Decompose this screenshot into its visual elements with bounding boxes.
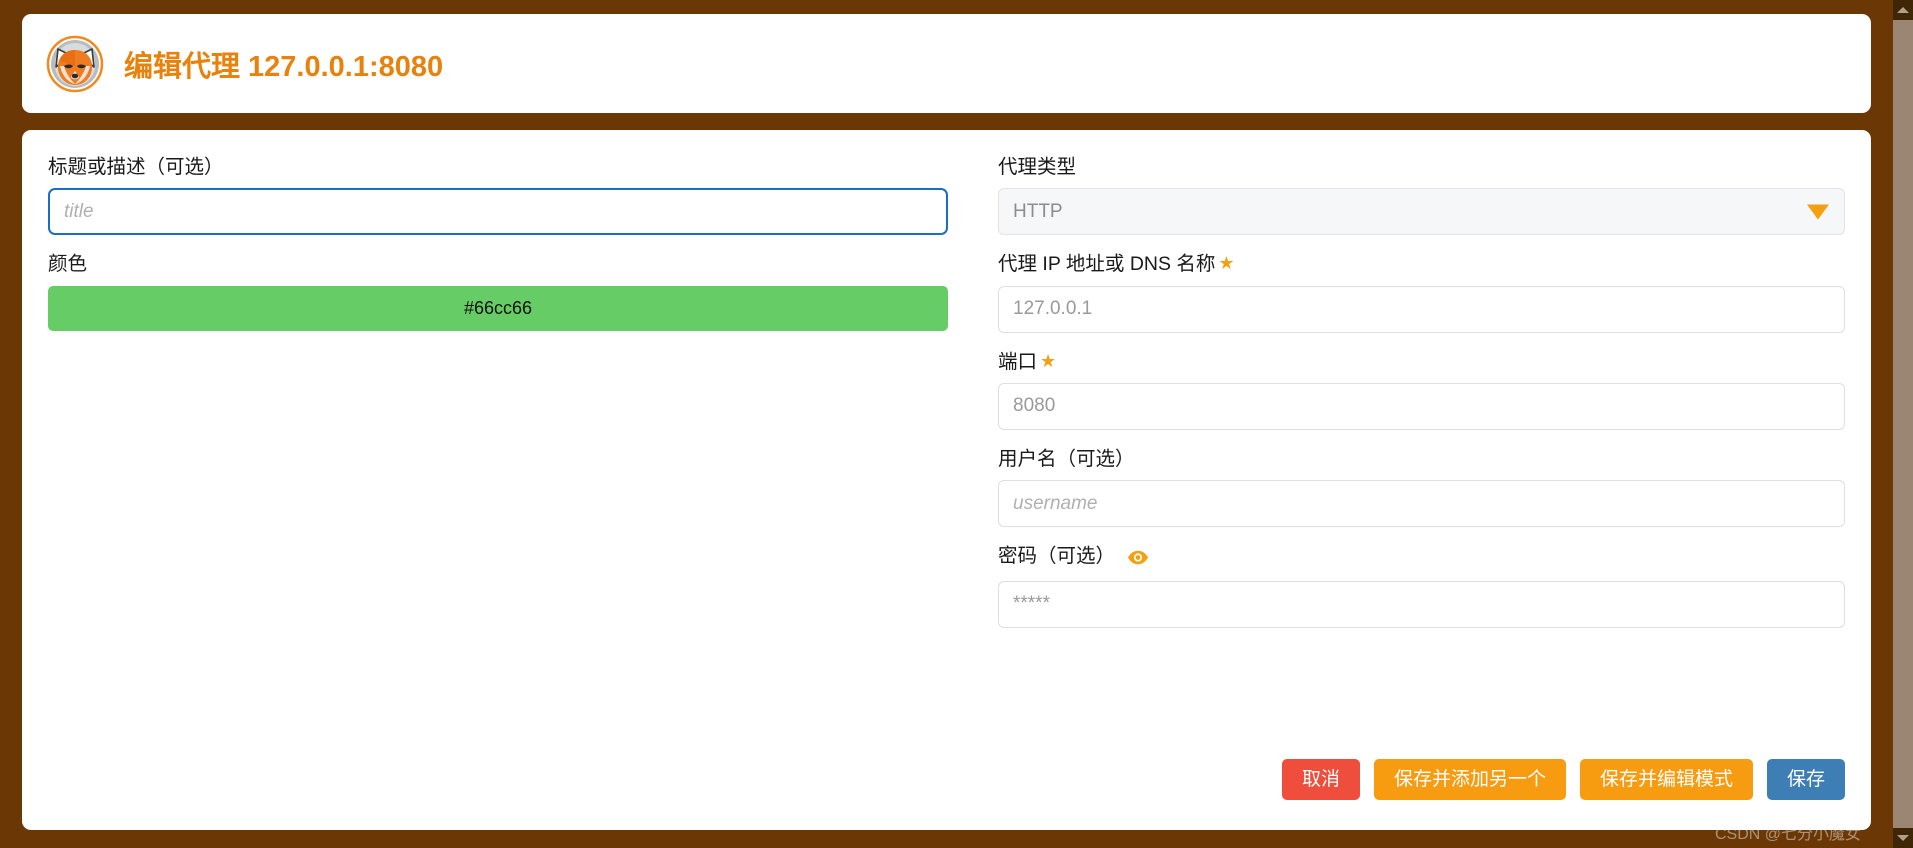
title-input[interactable] [48, 188, 948, 236]
password-label-text: 密码（可选） [998, 545, 1116, 568]
header-card: 编辑代理 127.0.0.1:8080 [22, 14, 1871, 113]
title-field-group: 标题或描述（可选） [48, 154, 948, 236]
right-column: 代理类型 HTTP 代理 IP 地址或 DNS 名称★ 端口★ [968, 154, 1845, 830]
host-field-group: 代理 IP 地址或 DNS 名称 ★ [998, 251, 1845, 333]
color-field-label: 颜色 [48, 253, 88, 276]
color-swatch-value: #66cc66 [463, 297, 533, 318]
port-input[interactable] [998, 382, 1845, 430]
scrollbar-up-button[interactable] [1893, 0, 1913, 20]
color-swatch-button[interactable]: #66cc66 [48, 285, 948, 331]
eye-icon[interactable] [1127, 546, 1149, 572]
chevron-up-icon [1897, 7, 1909, 13]
title-field-label: 标题或描述（可选） [48, 156, 224, 178]
form-actions: 取消 保存并添加另一个 保存并编辑模式 保存 [1281, 759, 1845, 800]
proxy-type-selected-value: HTTP [1013, 200, 1063, 222]
host-label-text: 代理 IP 地址或 DNS 名称 [998, 253, 1216, 276]
port-field-group: 端口 ★ [998, 349, 1845, 430]
page-root: 编辑代理127.0.0.1:8080 标题或描述（可选） 颜色 #66cc66 … [0, 0, 1893, 848]
cancel-button[interactable]: 取消 [1281, 759, 1360, 800]
proxy-type-label: 代理类型 [998, 156, 1077, 178]
password-input[interactable] [998, 580, 1845, 628]
scrollbar-down-button[interactable] [1893, 828, 1913, 848]
foxyproxy-fox-logo-icon [44, 33, 106, 95]
save-button[interactable]: 保存 [1766, 759, 1845, 800]
form-card: 标题或描述（可选） 颜色 #66cc66 代理类型 HTTP [22, 130, 1871, 830]
color-field-group: 颜色 #66cc66 [48, 251, 948, 331]
username-field-label: 用户名（可选） [998, 447, 1135, 470]
host-field-label: 代理 IP 地址或 DNS 名称 ★ [998, 251, 1845, 277]
required-star-icon: ★ [1218, 253, 1235, 274]
chevron-down-icon [1897, 835, 1909, 841]
password-field-group: 密码（可选） [998, 543, 1845, 628]
username-field-group: 用户名（可选） [998, 446, 1845, 528]
save-and-edit-patterns-button[interactable]: 保存并编辑模式 [1579, 759, 1753, 800]
host-input[interactable] [998, 285, 1845, 333]
proxy-type-group: 代理类型 HTTP [998, 154, 1845, 236]
port-label-text: 端口 [998, 350, 1038, 373]
proxy-type-select-wrap: HTTP [998, 188, 1845, 236]
save-and-add-another-button[interactable]: 保存并添加另一个 [1373, 759, 1566, 800]
proxy-type-select[interactable]: HTTP [998, 188, 1845, 236]
page-title: 编辑代理 127.0.0.1:8080 [124, 43, 443, 85]
username-input[interactable] [998, 480, 1845, 528]
password-field-label: 密码（可选） [998, 543, 1845, 572]
port-field-label: 端口 ★ [998, 349, 1845, 375]
scrollbar-thumb[interactable] [1893, 20, 1913, 800]
left-column: 标题或描述（可选） 颜色 #66cc66 [48, 154, 968, 830]
vertical-scrollbar[interactable] [1893, 0, 1913, 848]
page-title-address: 127.0.0.1:8080 [248, 50, 444, 83]
page-title-text: 编辑代理 [124, 50, 241, 83]
required-star-icon: ★ [1040, 350, 1057, 371]
